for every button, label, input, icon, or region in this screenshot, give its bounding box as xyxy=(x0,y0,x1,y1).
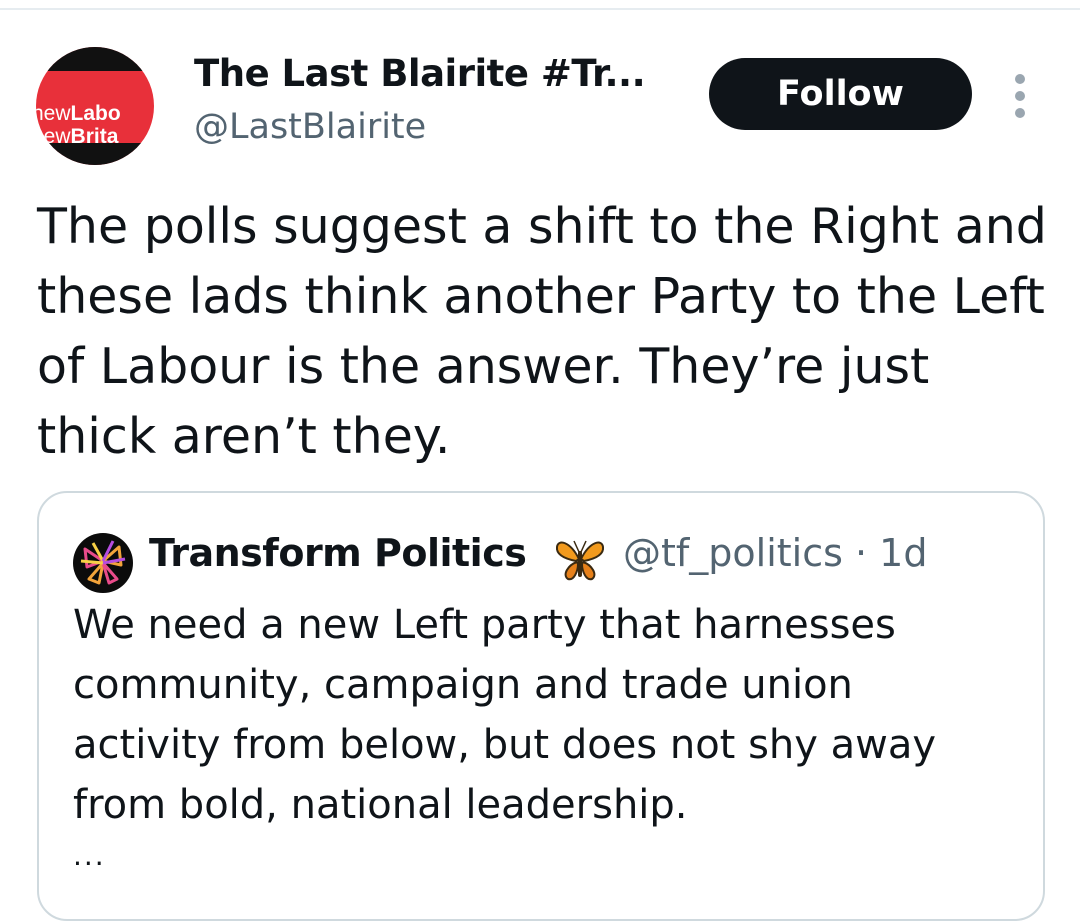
author-handle[interactable]: @LastBlairite xyxy=(194,107,426,147)
butterfly-icon xyxy=(555,540,605,581)
follow-button[interactable]: Follow xyxy=(709,58,972,130)
avatar-band-top xyxy=(36,47,154,71)
top-divider xyxy=(0,8,1080,10)
quoted-author-name[interactable]: Transform Politics xyxy=(149,531,527,575)
more-vertical-icon[interactable] xyxy=(1005,72,1035,120)
author-name[interactable]: The Last Blairite #Tr... xyxy=(194,52,646,95)
avatar-band-bottom xyxy=(36,143,154,165)
quoted-tweet-ellipsis: ... xyxy=(73,839,106,872)
quoted-author-avatar[interactable] xyxy=(73,533,133,593)
tweet-text: The polls suggest a shift to the Right a… xyxy=(37,198,1047,465)
quoted-tweet-card[interactable]: Transform Politics @tf_politics · 1d We … xyxy=(37,491,1045,921)
quoted-tweet-text: We need a new Left party that harnesses … xyxy=(73,602,937,828)
author-avatar[interactable]: newLabo newBrita xyxy=(36,47,154,165)
avatar-logo-line-1: newLabo xyxy=(36,102,121,125)
transform-politics-logo-icon xyxy=(80,540,126,585)
quoted-author-handle-time[interactable]: @tf_politics · 1d xyxy=(623,531,927,575)
